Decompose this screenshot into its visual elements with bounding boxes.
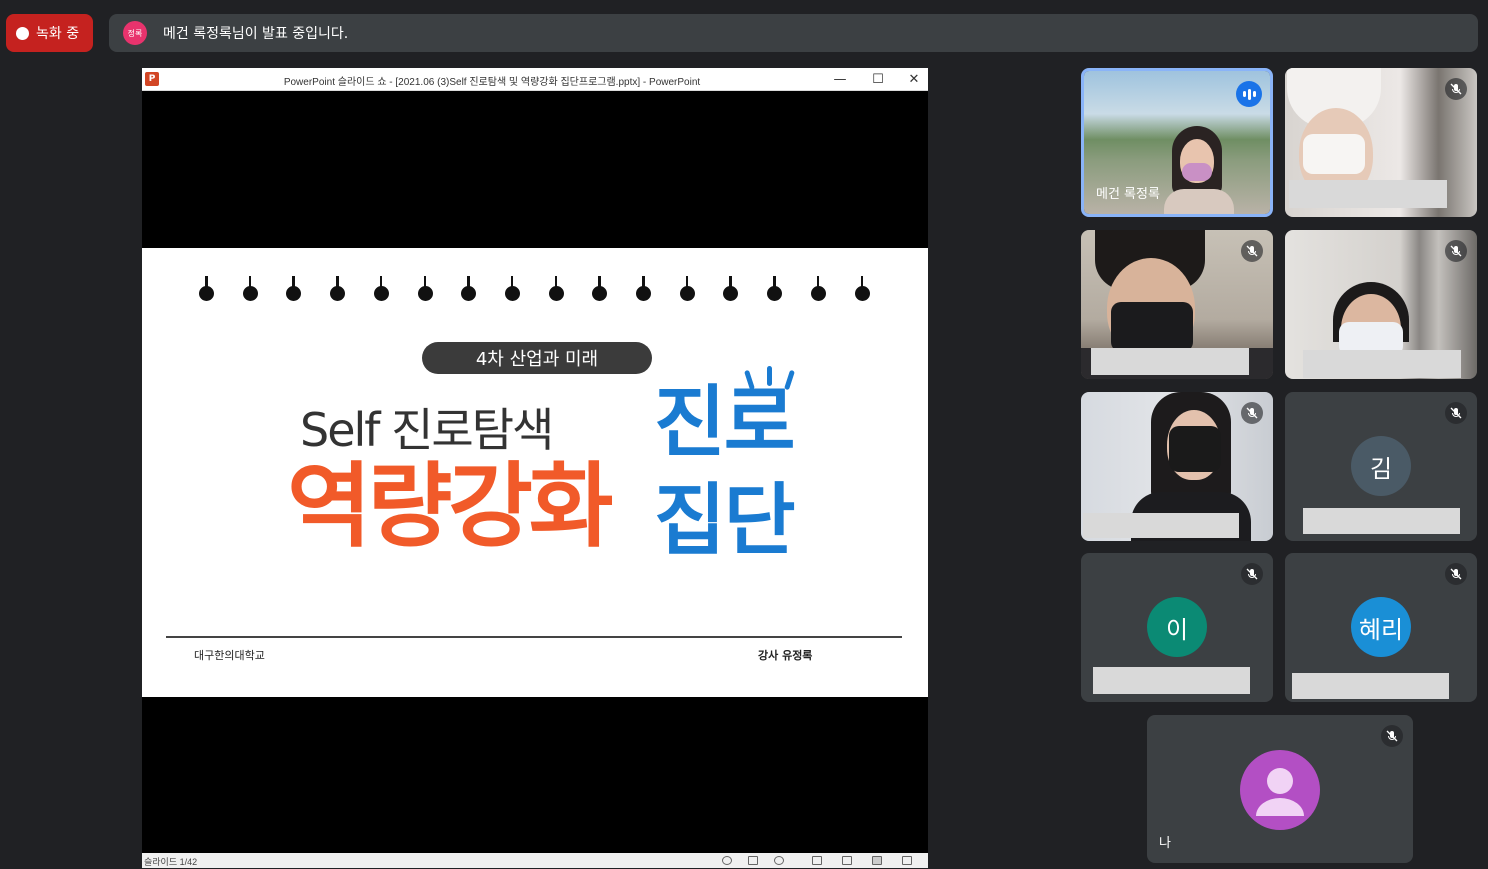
participant-tile[interactable]: 혜리 <box>1285 553 1477 702</box>
participant-tile[interactable] <box>1081 392 1273 541</box>
recording-label: 녹화 중 <box>36 26 80 42</box>
participant-tile[interactable]: 김 <box>1285 392 1477 541</box>
binder-ring-icon <box>199 276 214 304</box>
slide: 4차 산업과 미래 Self 진로탐색 역량강화 진로 집단 대구한의대학교 강… <box>142 248 928 697</box>
mic-off-icon <box>1241 240 1263 262</box>
slide-subtitle: Self 진로탐색 <box>300 403 554 457</box>
binder-ring-icon <box>679 276 695 304</box>
participant-tile[interactable]: 메건 록정록 <box>1081 68 1273 217</box>
binder-ring-icon <box>767 276 783 304</box>
slide-sorter-icon[interactable] <box>842 856 852 865</box>
next-slide-icon[interactable] <box>774 856 784 865</box>
participant-name: 메건 록정록 <box>1096 187 1160 202</box>
binder-ring-icon <box>373 276 389 304</box>
speaking-indicator-icon <box>1236 81 1262 107</box>
binder-ring-icon <box>504 276 520 304</box>
presenter-banner: 정록 메건 록정록님이 발표 중입니다. <box>109 14 1478 52</box>
binder-ring-icon <box>242 276 258 304</box>
default-avatar-icon <box>1240 750 1320 830</box>
participant-tile[interactable] <box>1285 68 1477 217</box>
reading-view-icon[interactable] <box>872 856 882 865</box>
powerpoint-window-title: PowerPoint 슬라이드 쇼 - [2021.06 (3)Self 진로탐… <box>283 77 701 88</box>
record-dot-icon <box>16 26 29 40</box>
redacted-name <box>1303 508 1460 534</box>
presenter-avatar: 정록 <box>123 21 147 45</box>
self-tile[interactable]: 나 <box>1147 715 1413 863</box>
redacted-name <box>1093 667 1250 694</box>
binder-ring-icon <box>286 276 302 304</box>
recording-badge[interactable]: 녹화 중 <box>6 14 93 52</box>
slide-divider <box>166 636 902 638</box>
slide-footer-institution: 대구한의대학교 <box>194 649 265 662</box>
binder-ring-icon <box>723 276 739 304</box>
redacted-name <box>1289 180 1447 208</box>
slide-side-title-line2: 집단 <box>654 476 796 566</box>
participant-avatar: 혜리 <box>1351 597 1411 657</box>
participant-tile[interactable] <box>1285 230 1477 379</box>
participant-tile[interactable]: 이 <box>1081 553 1273 702</box>
redacted-name <box>1292 673 1449 699</box>
close-button[interactable]: ✕ <box>896 69 928 90</box>
slide-counter: 슬라이드 1/42 <box>144 857 198 867</box>
shared-screen: P PowerPoint 슬라이드 쇼 - [2021.06 (3)Self 진… <box>142 68 928 868</box>
participant-avatar: 김 <box>1351 436 1411 496</box>
mic-off-icon <box>1445 563 1467 585</box>
mic-off-icon <box>1445 78 1467 100</box>
redacted-name <box>1083 513 1239 538</box>
slide-chip: 4차 산업과 미래 <box>422 342 652 374</box>
powerpoint-statusbar: 슬라이드 1/42 <box>142 853 928 868</box>
participant-avatar: 이 <box>1147 597 1207 657</box>
slide-headline: 역량강화 <box>287 453 614 560</box>
participant-name: 나 <box>1159 836 1171 851</box>
binder-ring-icon <box>636 276 651 304</box>
binder-ring-icon <box>592 276 608 304</box>
mic-off-icon <box>1241 563 1263 585</box>
binder-ring-icon <box>461 276 477 304</box>
binder-ring-icon <box>548 276 564 304</box>
mic-off-icon <box>1445 240 1467 262</box>
mic-off-icon <box>1381 725 1403 747</box>
participant-tile[interactable] <box>1081 230 1273 379</box>
mic-off-icon <box>1241 402 1263 424</box>
binder-ring-icon <box>417 276 433 304</box>
binder-ring-icon <box>810 276 826 304</box>
binder-ring-icon <box>854 276 870 304</box>
slideshow-icon[interactable] <box>902 856 912 865</box>
slide-side-title-line1: 진로 <box>654 378 796 468</box>
normal-view-icon[interactable] <box>812 856 822 865</box>
minimize-button[interactable]: — <box>822 69 858 90</box>
prev-slide-icon[interactable] <box>722 856 732 865</box>
powerpoint-titlebar: P PowerPoint 슬라이드 쇼 - [2021.06 (3)Self 진… <box>142 68 928 91</box>
slide-footer-instructor: 강사 유정록 <box>758 649 813 662</box>
redacted-name <box>1091 348 1249 375</box>
mic-off-icon <box>1445 402 1467 424</box>
redacted-name <box>1303 350 1461 378</box>
binder-ring-icon <box>330 276 346 304</box>
presenter-banner-text: 메건 록정록님이 발표 중입니다. <box>163 26 349 42</box>
maximize-button[interactable]: ☐ <box>860 69 896 90</box>
notes-icon[interactable] <box>748 856 758 865</box>
